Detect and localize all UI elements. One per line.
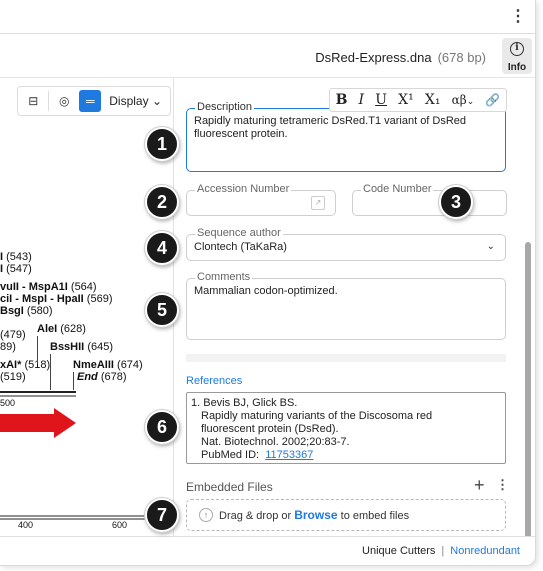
enzyme-label[interactable]: xAI* (518) bbox=[0, 359, 50, 371]
feature-arrow bbox=[0, 408, 76, 438]
enzyme-label[interactable]: ciI - MspI - HpaII (569) bbox=[0, 293, 112, 305]
callout-7: 7 bbox=[145, 498, 179, 532]
file-name: DsRed-Express.dna (678 bp) bbox=[315, 50, 486, 65]
description-text[interactable]: Rapidly maturing tetrameric DsRed.T1 var… bbox=[194, 115, 494, 141]
file-name-text: DsRed-Express.dna bbox=[315, 50, 432, 65]
pubmed-label: PubMed ID: bbox=[201, 449, 260, 461]
info-panel: Description Rapidly maturing tetrameric … bbox=[174, 78, 520, 548]
underline-button[interactable]: U bbox=[375, 92, 387, 108]
file-size: (678 bp) bbox=[437, 50, 486, 65]
enzyme-tick bbox=[50, 354, 51, 390]
comments-legend: Comments bbox=[195, 271, 253, 283]
bold-button[interactable]: B bbox=[336, 92, 348, 108]
comments-field[interactable]: Comments Mammalian codon-optimized. bbox=[186, 271, 506, 340]
dropzone-text-after: to embed files bbox=[340, 510, 410, 522]
author-legend: Sequence author bbox=[195, 227, 283, 239]
info-button[interactable]: i Info bbox=[502, 38, 532, 74]
code-number-field[interactable]: Code Number bbox=[352, 183, 507, 216]
upload-icon: ↑ bbox=[199, 508, 213, 522]
dropzone-text-before: Drag & drop or bbox=[219, 510, 292, 522]
greek-label: αβ bbox=[451, 93, 467, 107]
reference-pubmed: PubMed ID: 11753367 bbox=[201, 449, 313, 462]
format-toolbar: B I U X¹ X₁ αβ⌄ 🔗 bbox=[329, 88, 507, 112]
enzyme-label[interactable]: I (543) bbox=[0, 251, 32, 263]
subscript-button[interactable]: X₁ bbox=[425, 92, 441, 108]
callout-1: 1 bbox=[145, 127, 179, 161]
enzyme-label[interactable]: BsgI (580) bbox=[0, 305, 53, 317]
status-footer: Unique Cutters | Nonredundant bbox=[0, 536, 535, 565]
title-bar: DsRed-Express.dna (678 bp) i Info bbox=[0, 34, 535, 78]
accession-legend: Accession Number bbox=[195, 183, 292, 195]
unique-cutters-label[interactable]: Unique Cutters bbox=[362, 545, 435, 557]
dropzone-text: Drag & drop or Browse to embed files bbox=[219, 508, 409, 522]
ruler-label: 400 bbox=[18, 520, 34, 530]
enzyme-label[interactable]: vuII - MspA1I (564) bbox=[0, 281, 97, 293]
link-icon[interactable]: 🔗 bbox=[485, 93, 500, 107]
comments-text[interactable]: Mammalian codon-optimized. bbox=[194, 285, 338, 298]
enzyme-label[interactable]: I (547) bbox=[0, 263, 32, 275]
greek-button[interactable]: αβ⌄ bbox=[452, 93, 475, 107]
ruler-label: 600 bbox=[112, 520, 128, 530]
reference-title-1: Rapidly maturing variants of the Discoso… bbox=[201, 410, 433, 422]
enzyme-label[interactable]: AleI (628) bbox=[37, 323, 86, 335]
enzyme-label[interactable]: (479) bbox=[0, 329, 26, 341]
chevron-down-icon: ⌄ bbox=[466, 97, 475, 107]
section-divider bbox=[186, 354, 506, 362]
callout-6: 6 bbox=[145, 410, 179, 444]
superscript-button[interactable]: X¹ bbox=[398, 92, 414, 108]
embed-dropzone[interactable]: ↑ Drag & drop or Browse to embed files bbox=[186, 499, 506, 531]
enzyme-label[interactable]: (519) bbox=[0, 371, 26, 383]
callout-3: 3 bbox=[439, 185, 473, 219]
more-options-icon[interactable]: ⋮ bbox=[496, 477, 509, 493]
description-legend: Description bbox=[195, 101, 255, 113]
accession-number-field[interactable]: Accession Number ↗ bbox=[186, 183, 336, 216]
nonredundant-link[interactable]: Nonredundant bbox=[450, 545, 520, 557]
enzyme-tick bbox=[37, 336, 38, 364]
more-options-icon[interactable]: ⋮ bbox=[510, 9, 526, 25]
footer-separator: | bbox=[441, 545, 445, 557]
pubmed-link[interactable]: 11753367 bbox=[265, 449, 313, 461]
italic-button[interactable]: I bbox=[359, 92, 365, 108]
info-button-label: Info bbox=[507, 62, 527, 73]
footer-text: Unique Cutters | Nonredundant bbox=[362, 545, 520, 557]
top-toolbar: ⋮ bbox=[0, 0, 535, 34]
scrollbar-thumb[interactable] bbox=[525, 242, 531, 546]
chevron-down-icon: ⌄ bbox=[486, 241, 495, 252]
reference-authors: 1. Bevis BJ, Glick BS. bbox=[191, 397, 298, 409]
app-window: ⋮ DsRed-Express.dna (678 bp) i Info ⊟ ◎ ═… bbox=[0, 0, 536, 566]
embedded-files-title: Embedded Files bbox=[186, 480, 273, 494]
enzyme-label[interactable]: NmeAIII (674) bbox=[73, 359, 143, 371]
enzyme-label[interactable]: BssHII (645) bbox=[50, 341, 113, 353]
external-link-icon[interactable]: ↗ bbox=[311, 196, 325, 210]
references-field[interactable]: 1. Bevis BJ, Glick BS. Rapidly maturing … bbox=[186, 392, 506, 464]
add-icon[interactable]: + bbox=[474, 475, 485, 496]
ruler-label: 500 bbox=[0, 398, 16, 408]
enzyme-label[interactable]: 89) bbox=[0, 341, 16, 353]
enzyme-label[interactable]: End (678) bbox=[77, 371, 127, 383]
browse-link[interactable]: Browse bbox=[294, 508, 337, 522]
callout-2: 2 bbox=[145, 185, 179, 219]
info-icon: i bbox=[510, 42, 524, 56]
references-title[interactable]: References bbox=[186, 375, 242, 387]
author-value: Clontech (TaKaRa) bbox=[194, 241, 287, 253]
code-legend: Code Number bbox=[361, 183, 434, 195]
reference-title-2: fluorescent protein (DsRed). bbox=[201, 423, 339, 435]
callout-5: 5 bbox=[145, 293, 179, 327]
scrollbar[interactable] bbox=[522, 78, 534, 548]
sequence-author-select[interactable]: Sequence author Clontech (TaKaRa) ⌄ bbox=[186, 227, 506, 261]
reference-journal: Nat. Biotechnol. 2002;20:83-7. bbox=[201, 436, 350, 448]
callout-4: 4 bbox=[145, 231, 179, 265]
enzyme-tick bbox=[73, 372, 74, 390]
description-field[interactable]: Description Rapidly maturing tetrameric … bbox=[186, 101, 506, 172]
